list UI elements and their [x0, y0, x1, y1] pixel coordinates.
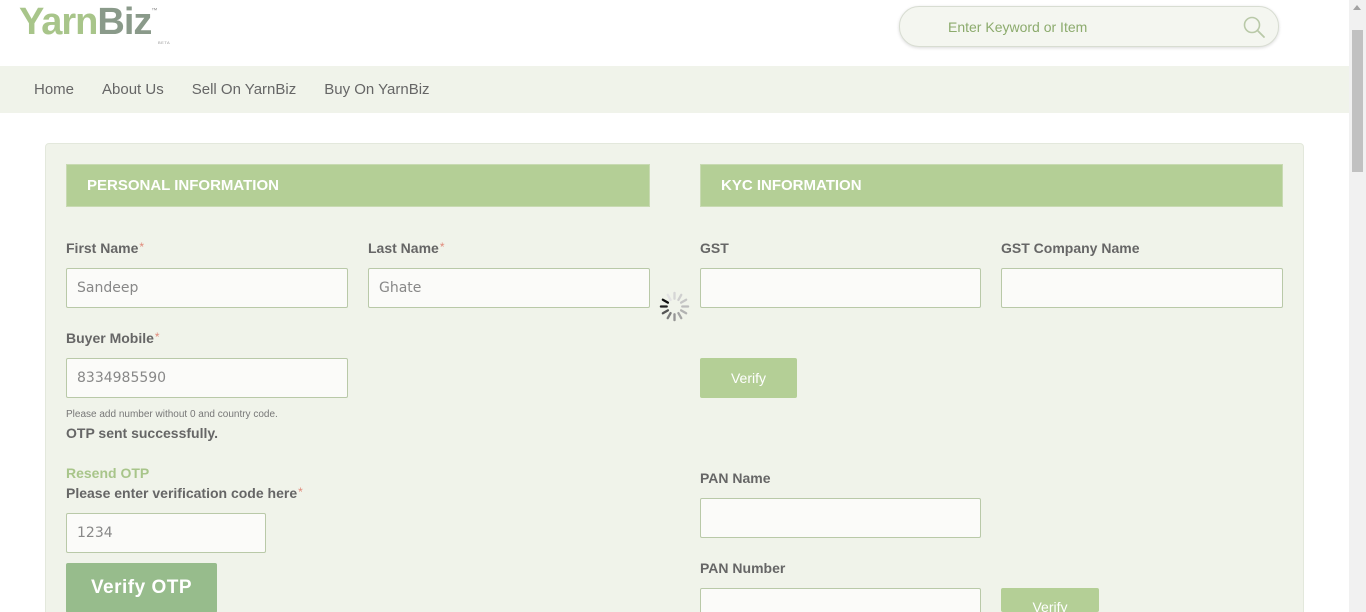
gst-label: GST — [700, 240, 729, 256]
required-mark: * — [154, 330, 160, 344]
gst-company-name-field[interactable] — [1001, 268, 1283, 308]
nav-home[interactable]: Home — [34, 81, 74, 98]
pan-number-label: PAN Number — [700, 560, 786, 576]
scrollbar-thumb[interactable] — [1352, 30, 1363, 172]
first-name-label: First Name* — [66, 240, 144, 256]
mobile-hint: Please add number without 0 and country … — [66, 409, 278, 420]
loading-spinner-icon — [659, 291, 690, 322]
pan-number-field[interactable] — [700, 588, 981, 612]
buyer-mobile-label: Buyer Mobile* — [66, 330, 160, 346]
kyc-info-header: KYC INFORMATION — [700, 164, 1283, 207]
kyc-info-title: KYC INFORMATION — [721, 177, 862, 194]
search-bar — [899, 6, 1279, 47]
logo-text-biz: Biz — [97, 1, 152, 43]
yarnbiz-logo[interactable]: Yarn Biz ™ BETA — [19, 1, 170, 46]
logo-trademark: ™ — [151, 8, 158, 14]
pan-name-field[interactable] — [700, 498, 981, 538]
resend-otp-link[interactable]: Resend OTP — [66, 465, 149, 481]
pan-verify-button[interactable]: Verify — [1001, 588, 1099, 612]
personal-info-header: PERSONAL INFORMATION — [66, 164, 650, 207]
site-header: Yarn Biz ™ BETA — [0, 0, 1349, 66]
gst-company-name-label: GST Company Name — [1001, 240, 1140, 256]
scroll-up-arrow-icon[interactable] — [1353, 5, 1361, 10]
last-name-label-text: Last Name — [368, 240, 439, 256]
last-name-field[interactable] — [368, 268, 650, 308]
buyer-mobile-label-text: Buyer Mobile — [66, 330, 154, 346]
verification-code-label: Please enter verification code here* — [66, 485, 303, 501]
first-name-field[interactable] — [66, 268, 348, 308]
personal-info-title: PERSONAL INFORMATION — [87, 177, 279, 194]
pan-name-label: PAN Name — [700, 470, 771, 486]
otp-status-message: OTP sent successfully. — [66, 425, 218, 441]
first-name-label-text: First Name — [66, 240, 139, 256]
gst-verify-button[interactable]: Verify — [700, 358, 797, 398]
logo-text-yarn: Yarn — [19, 1, 98, 43]
required-mark: * — [139, 240, 145, 254]
buyer-mobile-field[interactable] — [66, 358, 348, 398]
required-mark: * — [298, 485, 303, 499]
verification-code-field[interactable] — [66, 513, 266, 553]
gst-field[interactable] — [700, 268, 981, 308]
verify-otp-button[interactable]: Verify OTP — [66, 563, 217, 612]
nav-sell-on-yarnbiz[interactable]: Sell On YarnBiz — [192, 81, 297, 98]
verification-code-label-text: Please enter verification code here — [66, 485, 298, 501]
nav-buy-on-yarnbiz[interactable]: Buy On YarnBiz — [324, 81, 429, 98]
page-scrollbar[interactable] — [1349, 0, 1366, 612]
search-icon[interactable] — [1242, 15, 1266, 39]
main-nav: Home About Us Sell On YarnBiz Buy On Yar… — [0, 66, 1349, 113]
nav-about-us[interactable]: About Us — [102, 81, 164, 98]
last-name-label: Last Name* — [368, 240, 444, 256]
required-mark: * — [439, 240, 445, 254]
logo-beta-tag: BETA — [158, 40, 171, 45]
search-input[interactable] — [948, 17, 1228, 37]
